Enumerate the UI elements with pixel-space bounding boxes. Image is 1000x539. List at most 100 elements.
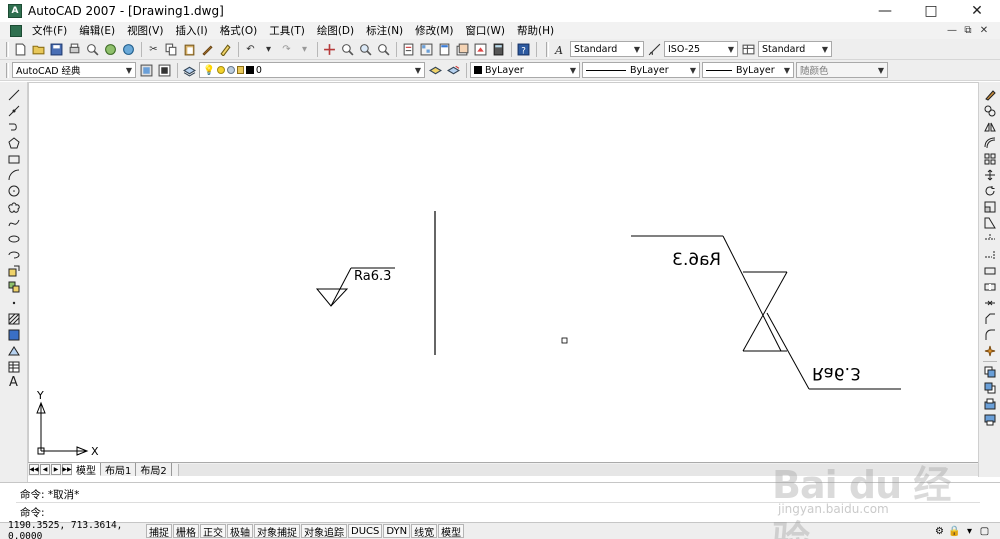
undo-dropdown-icon[interactable]: ▾	[260, 41, 277, 58]
erase-icon[interactable]	[982, 87, 998, 102]
save-icon[interactable]	[48, 41, 65, 58]
otrack-toggle[interactable]: 对象追踪	[301, 524, 347, 539]
bring-above-icon[interactable]	[982, 396, 998, 411]
fillet-icon[interactable]	[982, 327, 998, 342]
first-tab-icon[interactable]: ◀◀	[29, 464, 39, 475]
command-window[interactable]: 命令: *取消* 命令:	[0, 482, 1000, 522]
polygon-icon[interactable]	[6, 135, 22, 150]
prev-tab-icon[interactable]: ◀	[40, 464, 50, 475]
menu-window[interactable]: 窗口(W)	[459, 23, 511, 38]
dim-style-select[interactable]: ISO-25 ▼	[664, 41, 738, 57]
menu-view[interactable]: 视图(V)	[121, 23, 169, 38]
stretch-icon[interactable]	[982, 215, 998, 230]
new-file-icon[interactable]	[12, 41, 29, 58]
spline-icon[interactable]	[6, 215, 22, 230]
text-style-select[interactable]: Standard ▼	[570, 41, 644, 57]
toolbar-grip[interactable]	[546, 41, 549, 57]
zoom-previous-icon[interactable]	[375, 41, 392, 58]
last-tab-icon[interactable]: ▶▶	[62, 464, 72, 475]
arc-icon[interactable]	[6, 167, 22, 182]
pan-icon[interactable]	[321, 41, 338, 58]
zoom-realtime-icon[interactable]	[339, 41, 356, 58]
workspace-settings-icon[interactable]	[138, 62, 155, 79]
menu-draw[interactable]: 绘图(D)	[311, 23, 360, 38]
next-tab-icon[interactable]: ▶	[51, 464, 61, 475]
horizontal-scrollbar[interactable]	[177, 463, 978, 476]
layer-select[interactable]: 💡 0 ▼	[199, 62, 425, 78]
match-properties-icon[interactable]	[199, 41, 216, 58]
construction-line-icon[interactable]	[6, 103, 22, 118]
workspace-select[interactable]: AutoCAD 经典 ▼	[12, 62, 136, 78]
copy-icon[interactable]	[163, 41, 180, 58]
status-menu-icon[interactable]: ▾	[962, 524, 977, 538]
ellipse-icon[interactable]	[6, 231, 22, 246]
dim-style-icon[interactable]	[646, 41, 663, 58]
paste-icon[interactable]	[181, 41, 198, 58]
toolbar-grip[interactable]	[6, 62, 9, 78]
tab-layout2[interactable]: 布局2	[136, 463, 172, 477]
design-center-icon[interactable]	[418, 41, 435, 58]
minimize-button[interactable]: —	[862, 0, 908, 22]
copy-object-icon[interactable]	[982, 103, 998, 118]
redo-icon[interactable]: ↷	[278, 41, 295, 58]
communication-center-icon[interactable]: ⚙	[932, 524, 947, 538]
table-style-select[interactable]: Standard ▼	[758, 41, 832, 57]
plot-preview-icon[interactable]	[84, 41, 101, 58]
rectangle-icon[interactable]	[6, 151, 22, 166]
cut-icon[interactable]: ✂	[145, 41, 162, 58]
scale-icon[interactable]	[982, 199, 998, 214]
lineweight-select[interactable]: ByLayer ▼	[702, 62, 794, 78]
region-icon[interactable]	[6, 343, 22, 358]
break-at-point-icon[interactable]	[982, 263, 998, 278]
menu-help[interactable]: 帮助(H)	[511, 23, 560, 38]
drawing-canvas[interactable]: Ra6.3 Ra6.3 Ra6.3 Y X	[28, 82, 978, 462]
point-icon[interactable]	[6, 295, 22, 310]
chamfer-icon[interactable]	[982, 311, 998, 326]
close-button[interactable]: ✕	[954, 0, 1000, 22]
tool-palettes-icon[interactable]	[436, 41, 453, 58]
properties-icon[interactable]	[400, 41, 417, 58]
color-select[interactable]: ByLayer ▼	[470, 62, 580, 78]
break-icon[interactable]	[982, 279, 998, 294]
dyn-toggle[interactable]: DYN	[383, 524, 411, 538]
autocad-icon[interactable]: A	[8, 4, 22, 18]
block-editor-icon[interactable]	[217, 41, 234, 58]
lineweight-toggle[interactable]: 线宽	[411, 524, 438, 539]
toolbar-grip[interactable]	[6, 41, 9, 57]
explode-icon[interactable]	[982, 343, 998, 358]
menu-tools[interactable]: 工具(T)	[263, 23, 311, 38]
mirror-icon[interactable]	[982, 119, 998, 134]
menu-insert[interactable]: 插入(I)	[169, 23, 213, 38]
make-object-layer-current-icon[interactable]	[427, 62, 444, 79]
extend-icon[interactable]	[982, 247, 998, 262]
doc-restore-button[interactable]: ⧉	[960, 25, 976, 36]
polar-toggle[interactable]: 极轴	[227, 524, 253, 539]
publish-icon[interactable]	[102, 41, 119, 58]
ortho-toggle[interactable]: 正交	[200, 524, 226, 539]
multiline-text-icon[interactable]: A	[6, 375, 22, 390]
plot-icon[interactable]	[66, 41, 83, 58]
circle-icon[interactable]	[6, 183, 22, 198]
menu-modify[interactable]: 修改(M)	[409, 23, 459, 38]
undo-icon[interactable]: ↶	[242, 41, 259, 58]
table-style-icon[interactable]	[740, 41, 757, 58]
roughness-symbol-left[interactable]: Ra6.3	[315, 267, 395, 307]
osnap-toggle[interactable]: 对象捕捉	[254, 524, 300, 539]
array-icon[interactable]	[982, 151, 998, 166]
linetype-select[interactable]: ByLayer ▼	[582, 62, 700, 78]
revision-cloud-icon[interactable]	[6, 199, 22, 214]
quickcalc-icon[interactable]	[490, 41, 507, 58]
menu-dimension[interactable]: 标注(N)	[360, 23, 409, 38]
open-file-icon[interactable]	[30, 41, 47, 58]
tab-model[interactable]: 模型	[72, 463, 101, 477]
maximize-button[interactable]: □	[908, 0, 954, 22]
zoom-window-icon[interactable]	[357, 41, 374, 58]
layer-previous-icon[interactable]	[445, 62, 462, 79]
polyline-icon[interactable]	[6, 119, 22, 134]
text-style-icon[interactable]: A	[552, 41, 569, 58]
menu-file[interactable]: 文件(F)	[26, 23, 73, 38]
doc-close-button[interactable]: ✕	[976, 25, 992, 36]
doc-minimize-button[interactable]: —	[944, 25, 960, 36]
ellipse-arc-icon[interactable]	[6, 247, 22, 262]
hatch-icon[interactable]	[6, 311, 22, 326]
